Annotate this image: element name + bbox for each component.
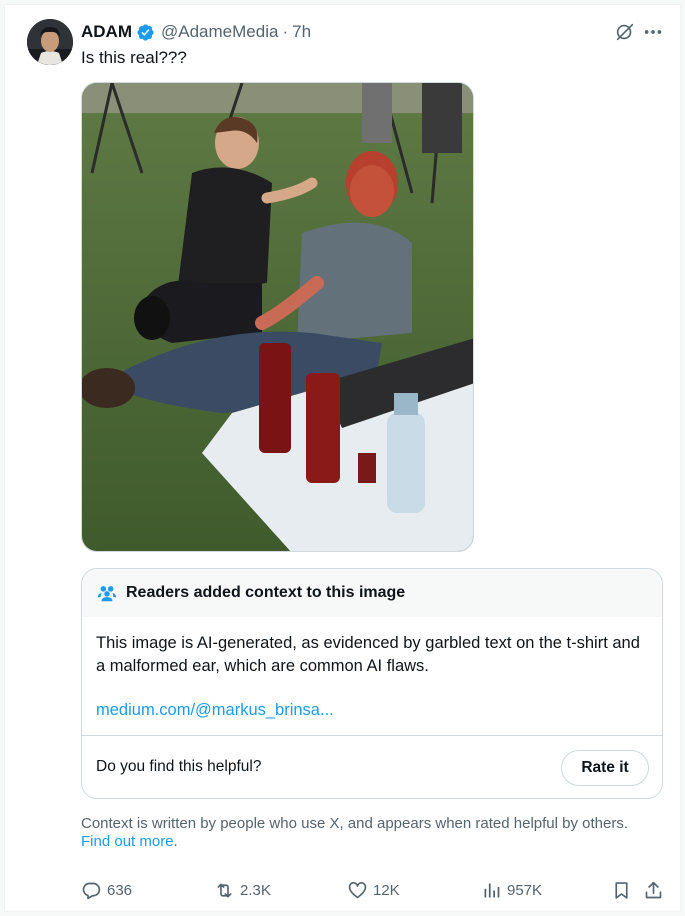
author-name[interactable]: ADAM	[81, 22, 132, 42]
community-note-body: This image is AI-generated, as evidenced…	[82, 617, 662, 736]
share-button[interactable]	[643, 878, 669, 902]
separator-dot: ·	[282, 22, 289, 41]
more-icon[interactable]	[642, 21, 664, 43]
rate-it-button[interactable]: Rate it	[561, 750, 649, 786]
avatar[interactable]	[27, 19, 73, 65]
verified-badge-icon	[136, 23, 155, 42]
repost-button[interactable]: 2.3K	[214, 878, 271, 902]
repost-icon	[217, 883, 232, 897]
community-note-header: Readers added context to this image	[82, 569, 662, 617]
community-note: Readers added context to this image This…	[81, 568, 663, 799]
tweet-card[interactable]: ADAM @AdameMedia · 7h Is this real??? Re…	[4, 4, 681, 912]
context-footer: Context is written by people who use X, …	[81, 815, 661, 851]
repost-count: 2.3K	[240, 881, 271, 899]
bookmark-button[interactable]	[611, 878, 637, 902]
tweet-timestamp[interactable]: 7h	[292, 22, 311, 42]
views-count: 957K	[507, 881, 543, 899]
helpful-question: Do you find this helpful?	[96, 758, 262, 775]
share-icon	[645, 881, 662, 898]
author-handle[interactable]: @AdameMedia	[161, 22, 278, 42]
tweet-photo[interactable]	[81, 82, 474, 552]
bookmark-icon	[615, 881, 628, 899]
tweet-actions: 636 2.3K 12K 957K	[81, 878, 663, 902]
community-note-rating: Do you find this helpful? Rate it	[82, 735, 662, 798]
community-note-text: This image is AI-generated, as evidenced…	[96, 634, 640, 675]
reply-button[interactable]: 636	[81, 878, 132, 902]
views-button[interactable]: 957K	[481, 878, 542, 902]
tweet-text: Is this real???	[81, 48, 187, 67]
community-note-title: Readers added context to this image	[126, 584, 406, 601]
like-button[interactable]: 12K	[347, 878, 400, 902]
context-footer-text: Context is written by people who use X, …	[81, 815, 628, 832]
grok-icon[interactable]	[614, 21, 636, 43]
views-icon	[484, 883, 500, 897]
community-note-link[interactable]: medium.com/@markus_brinsa...	[96, 699, 648, 722]
tweet-header: ADAM @AdameMedia · 7h	[81, 21, 311, 43]
people-icon	[96, 582, 118, 604]
reply-count: 636	[107, 881, 133, 899]
reply-icon	[82, 882, 101, 899]
find-out-more-link[interactable]: Find out more	[81, 833, 174, 850]
heart-icon	[348, 881, 367, 898]
like-count: 12K	[373, 881, 400, 899]
context-footer-period: .	[173, 833, 178, 850]
